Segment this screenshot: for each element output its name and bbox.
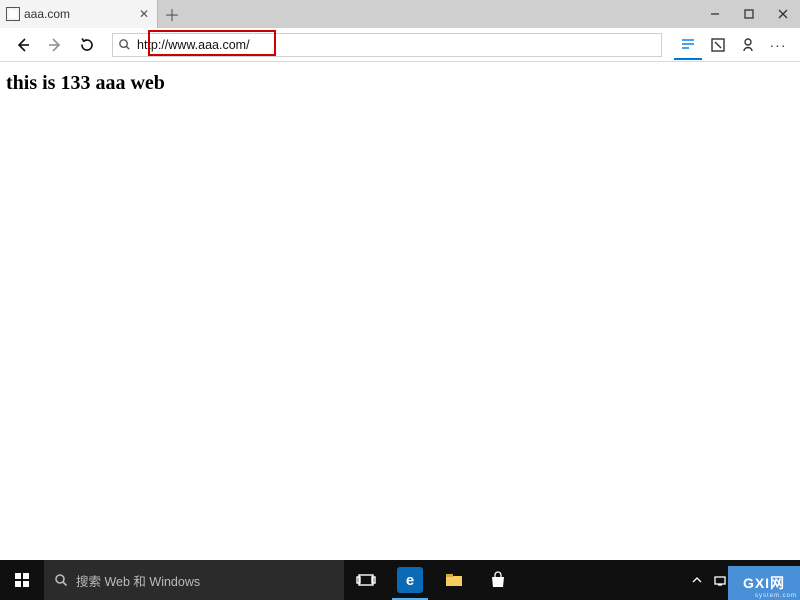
search-icon bbox=[54, 573, 68, 587]
edge-icon: e bbox=[397, 567, 423, 593]
close-tab-button[interactable]: ✕ bbox=[137, 8, 151, 20]
search-icon bbox=[113, 38, 135, 51]
watermark-brand: GXI网 bbox=[743, 573, 785, 593]
tab-strip: aaa.com ✕ ＋ bbox=[0, 0, 800, 28]
taskbar-app-explorer[interactable] bbox=[432, 560, 476, 600]
taskbar-app-edge[interactable]: e bbox=[388, 560, 432, 600]
tray-network-icon[interactable] bbox=[712, 573, 727, 588]
toolbar: ··· bbox=[0, 28, 800, 62]
new-tab-button[interactable]: ＋ bbox=[158, 0, 186, 28]
page-icon bbox=[6, 7, 20, 21]
close-window-button[interactable] bbox=[766, 0, 800, 28]
minimize-button[interactable] bbox=[698, 0, 732, 28]
taskbar-app-store[interactable] bbox=[476, 560, 520, 600]
address-bar[interactable] bbox=[112, 33, 662, 57]
more-button[interactable]: ··· bbox=[764, 30, 792, 60]
tray-chevron-up-icon[interactable] bbox=[689, 573, 704, 588]
url-input[interactable] bbox=[135, 35, 661, 55]
refresh-button[interactable] bbox=[74, 32, 100, 58]
taskbar-search[interactable]: 搜索 Web 和 Windows bbox=[44, 560, 344, 600]
watermark-logo: GXI网 system.com bbox=[728, 566, 800, 600]
hub-button[interactable] bbox=[674, 30, 702, 60]
taskbar: 搜索 Web 和 Windows e GXI网 syste bbox=[0, 560, 800, 600]
page-body: this is 133 aaa web bbox=[0, 62, 800, 560]
taskbar-search-placeholder: 搜索 Web 和 Windows bbox=[76, 571, 200, 590]
share-button[interactable] bbox=[734, 30, 762, 60]
window-controls bbox=[698, 0, 800, 28]
forward-button[interactable] bbox=[42, 32, 68, 58]
task-view-button[interactable] bbox=[344, 560, 388, 600]
tab-title: aaa.com bbox=[24, 7, 133, 21]
page-heading: this is 133 aaa web bbox=[6, 72, 794, 95]
webnote-button[interactable] bbox=[704, 30, 732, 60]
watermark-sub: system.com bbox=[755, 593, 797, 599]
maximize-button[interactable] bbox=[732, 0, 766, 28]
tab-active[interactable]: aaa.com ✕ bbox=[0, 0, 158, 28]
back-button[interactable] bbox=[10, 32, 36, 58]
start-button[interactable] bbox=[0, 560, 44, 600]
